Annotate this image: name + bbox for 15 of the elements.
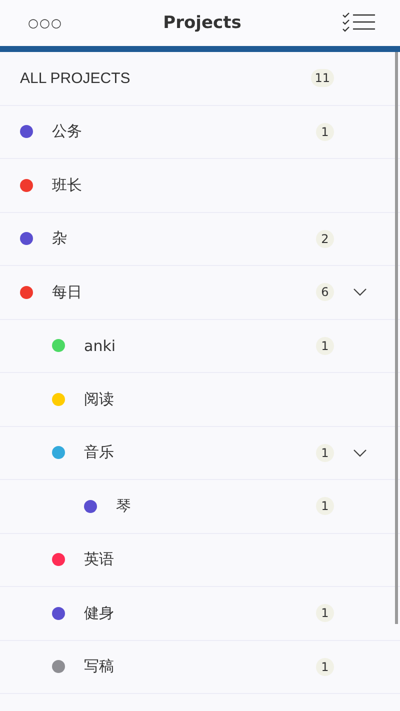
chevron-icon[interactable] (353, 448, 367, 457)
checklist-icon[interactable] (342, 12, 376, 34)
chevron-icon[interactable] (353, 288, 367, 296)
more-button[interactable]: ○○○ (28, 16, 62, 30)
count-badge: 11 (310, 69, 334, 88)
count-badge: 1 (316, 604, 334, 622)
count-badge: 1 (316, 658, 334, 676)
count-badge: 1 (316, 336, 334, 355)
project-row[interactable]: 写稿 1 (0, 640, 400, 694)
count-badge: 6 (316, 283, 334, 302)
count-badge: 1 (316, 497, 334, 516)
page-title: Projects (163, 13, 242, 33)
count-badge: 2 (316, 230, 334, 248)
count-badge: 1 (316, 122, 334, 141)
count-badge: 1 (316, 444, 334, 462)
